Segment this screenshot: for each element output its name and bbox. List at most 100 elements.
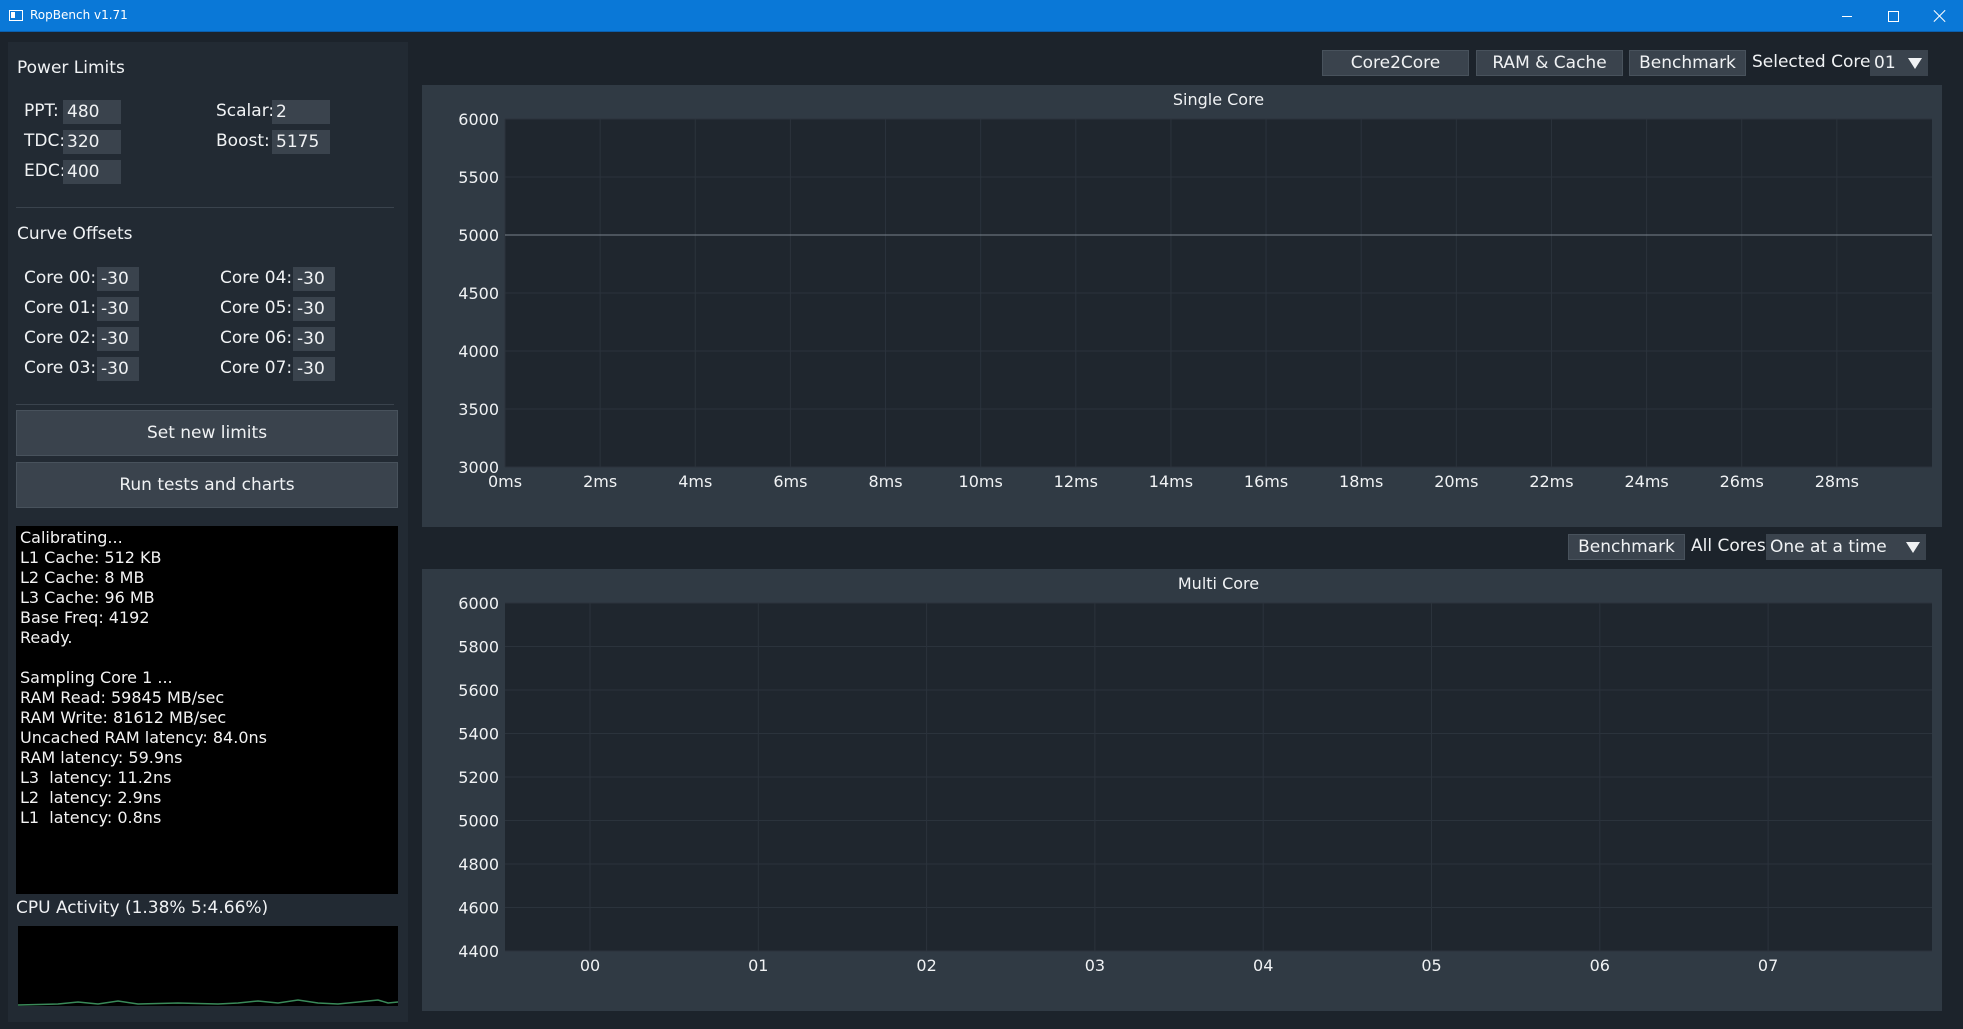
maximize-button[interactable] [1870, 0, 1916, 32]
core-07-input[interactable]: -30 [293, 357, 335, 381]
console-line: L3 Cache: 96 MB [20, 588, 155, 607]
close-icon [1934, 10, 1946, 22]
x-tick-label: 20ms [1434, 472, 1478, 491]
y-tick-label: 5600 [458, 681, 499, 700]
x-tick-label: 22ms [1529, 472, 1573, 491]
cpu-activity-label: CPU Activity (1.38% 5:4.66%) [16, 898, 269, 918]
y-tick-label: 6000 [458, 594, 499, 613]
x-tick-label: 02 [916, 956, 936, 975]
console-line: Base Freq: 4192 [20, 608, 150, 627]
console-line: L1 Cache: 512 KB [20, 548, 162, 567]
console-line: Calibrating... [20, 528, 123, 547]
cpu-activity-line [17, 999, 399, 1006]
x-tick-label: 06 [1590, 956, 1610, 975]
minimize-icon [1842, 15, 1852, 17]
y-tick-label: 4400 [458, 942, 499, 961]
console-line: L2 Cache: 8 MB [20, 568, 145, 587]
y-tick-label: 5200 [458, 768, 499, 787]
log-console: Calibrating... L1 Cache: 512 KB L2 Cache: … [16, 526, 398, 894]
boost-input[interactable]: 5175 [272, 130, 330, 154]
cpu-activity-graph [17, 926, 399, 1006]
ppt-input[interactable]: 480 [63, 100, 121, 124]
core-02-label: Core 02: [24, 328, 97, 348]
benchmark-button[interactable]: Benchmark [1629, 50, 1746, 76]
chevron-down-icon [1906, 542, 1920, 553]
y-tick-label: 4000 [458, 342, 499, 361]
selected-core-label: Selected Core [1752, 52, 1871, 72]
core-01-input[interactable]: -30 [97, 297, 139, 321]
edc-label: EDC: [24, 161, 66, 181]
core-03-input[interactable]: -30 [97, 357, 139, 381]
core-06-input[interactable]: -30 [293, 327, 335, 351]
console-line: L3 latency: 11.2ns [20, 768, 172, 787]
x-tick-label: 26ms [1720, 472, 1764, 491]
y-tick-label: 4500 [458, 284, 499, 303]
tdc-input[interactable]: 320 [63, 130, 121, 154]
single-core-chart: Single Core60005500500045004000350030000… [458, 90, 1932, 491]
console-line: RAM Read: 59845 MB/sec [20, 688, 225, 707]
divider [16, 404, 394, 405]
selected-core-value: 01 [1874, 53, 1896, 73]
selected-core-select[interactable]: 01 [1870, 50, 1928, 76]
x-tick-label: 16ms [1244, 472, 1288, 491]
core-00-input[interactable]: -30 [97, 267, 139, 291]
x-tick-label: 14ms [1149, 472, 1193, 491]
all-cores-label: All Cores [1691, 536, 1766, 556]
single-core-chart-frame: Single Core 6000 5500 5000 4500 4000 3500 3000 0… [422, 85, 1942, 527]
core-00-label: Core 00: [24, 268, 97, 288]
x-tick-label: 18ms [1339, 472, 1383, 491]
x-tick-label: 6ms [773, 472, 807, 491]
title-bar: RopBench v1.71 [0, 0, 1963, 32]
x-tick-label: 28ms [1815, 472, 1859, 491]
chart-title: Multi Core [1178, 574, 1259, 593]
curve-offsets-title: Curve Offsets [17, 224, 133, 244]
core-07-label: Core 07: [220, 358, 293, 378]
x-tick-label: 4ms [678, 472, 712, 491]
core-05-label: Core 05: [220, 298, 293, 318]
power-limits-title: Power Limits [17, 58, 125, 78]
x-tick-label: 8ms [868, 472, 902, 491]
core-01-label: Core 01: [24, 298, 97, 318]
window-title: RopBench v1.71 [30, 8, 128, 22]
y-tick-label: 5400 [458, 725, 499, 744]
close-button[interactable] [1917, 0, 1963, 32]
y-tick-label: 4600 [458, 899, 499, 918]
console-line: Ready. [20, 628, 73, 647]
core2core-button[interactable]: Core2Core [1322, 50, 1469, 76]
minimize-button[interactable] [1824, 0, 1870, 32]
y-tick-label: 5800 [458, 638, 499, 657]
scalar-input[interactable]: 2 [272, 100, 330, 124]
core-02-input[interactable]: -30 [97, 327, 139, 351]
core-mode-select[interactable]: One at a time [1766, 534, 1926, 560]
y-tick-label: 4800 [458, 855, 499, 874]
x-tick-label: 12ms [1054, 472, 1098, 491]
console-line: RAM latency: 59.9ns [20, 748, 183, 767]
x-tick-label: 01 [748, 956, 768, 975]
y-tick-label: 5500 [458, 168, 499, 187]
edc-input[interactable]: 400 [63, 160, 121, 184]
maximize-icon [1887, 10, 1899, 22]
console-line: Uncached RAM latency: 84.0ns [20, 728, 267, 747]
x-tick-label: 10ms [959, 472, 1003, 491]
y-tick-label: 3500 [458, 400, 499, 419]
core-05-input[interactable]: -30 [293, 297, 335, 321]
y-tick-label: 6000 [458, 110, 499, 129]
boost-label: Boost: [216, 131, 270, 151]
console-line: L2 latency: 2.9ns [20, 788, 162, 807]
ram-cache-button[interactable]: RAM & Cache [1476, 50, 1623, 76]
x-tick-label: 05 [1421, 956, 1441, 975]
set-new-limits-button[interactable]: Set new limits [16, 410, 398, 456]
chevron-down-icon [1908, 58, 1922, 69]
chart-title: Single Core [1173, 90, 1264, 109]
multi-benchmark-button[interactable]: Benchmark [1568, 534, 1685, 560]
x-tick-label: 04 [1253, 956, 1273, 975]
scalar-label: Scalar: [216, 101, 275, 121]
x-tick-label: 00 [580, 956, 600, 975]
run-tests-button[interactable]: Run tests and charts [16, 462, 398, 508]
console-line: L1 latency: 0.8ns [20, 808, 162, 827]
core-06-label: Core 06: [220, 328, 293, 348]
app-window-icon [9, 10, 23, 21]
y-tick-label: 5000 [458, 812, 499, 831]
core-04-input[interactable]: -30 [293, 267, 335, 291]
